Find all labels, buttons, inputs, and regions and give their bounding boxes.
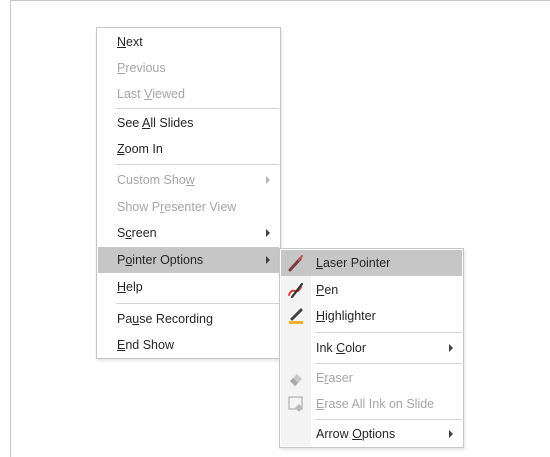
submenu-item-highlighter[interactable]: Highlighter: [281, 303, 462, 329]
menu-item-previous[interactable]: Previous: [98, 55, 279, 81]
menu-separator: [116, 303, 279, 304]
menu-separator: [315, 419, 462, 420]
menu-item-help[interactable]: Help: [98, 274, 279, 300]
menu-separator: [315, 332, 462, 333]
menu-item-show-presenter-view[interactable]: Show Presenter View: [98, 194, 279, 220]
menu-item-pointer-options[interactable]: Pointer Options: [98, 247, 279, 273]
menu-separator: [116, 108, 279, 109]
submenu-item-arrow-options[interactable]: Arrow Options: [281, 421, 462, 447]
pointer-options-submenu: Laser Pointer Pen Highlighter Ink Color …: [279, 248, 464, 448]
submenu-arrow-icon: [449, 344, 453, 352]
submenu-arrow-icon: [266, 256, 270, 264]
slide-show-context-menu: Next Previous Last Viewed See All Slides…: [96, 27, 281, 359]
menu-item-zoom-in[interactable]: Zoom In: [98, 136, 279, 162]
eraser-icon: [290, 374, 302, 386]
submenu-item-ink-color[interactable]: Ink Color: [281, 335, 462, 361]
menu-separator: [116, 164, 279, 165]
submenu-arrow-icon: [266, 176, 270, 184]
pen-icon: [288, 282, 304, 299]
menu-item-next[interactable]: Next: [98, 29, 279, 55]
menu-item-see-all-slides[interactable]: See All Slides: [98, 110, 279, 136]
menu-separator: [315, 363, 462, 364]
submenu-arrow-icon: [449, 430, 453, 438]
erase-all-ink-icon: [288, 396, 303, 412]
menu-item-screen[interactable]: Screen: [98, 220, 279, 246]
menu-item-last-viewed[interactable]: Last Viewed: [98, 81, 279, 107]
submenu-item-erase-all-ink[interactable]: Erase All Ink on Slide: [281, 391, 462, 417]
submenu-item-pen[interactable]: Pen: [281, 277, 462, 303]
highlighter-icon: [289, 308, 303, 324]
menu-item-custom-show[interactable]: Custom Show: [98, 167, 279, 193]
submenu-item-eraser[interactable]: Eraser: [281, 365, 462, 391]
submenu-item-laser-pointer[interactable]: Laser Pointer: [281, 250, 462, 276]
laser-pointer-icon: [288, 255, 303, 272]
menu-item-end-show[interactable]: End Show: [98, 332, 279, 358]
menu-item-pause-recording[interactable]: Pause Recording: [98, 306, 279, 332]
submenu-arrow-icon: [266, 229, 270, 237]
